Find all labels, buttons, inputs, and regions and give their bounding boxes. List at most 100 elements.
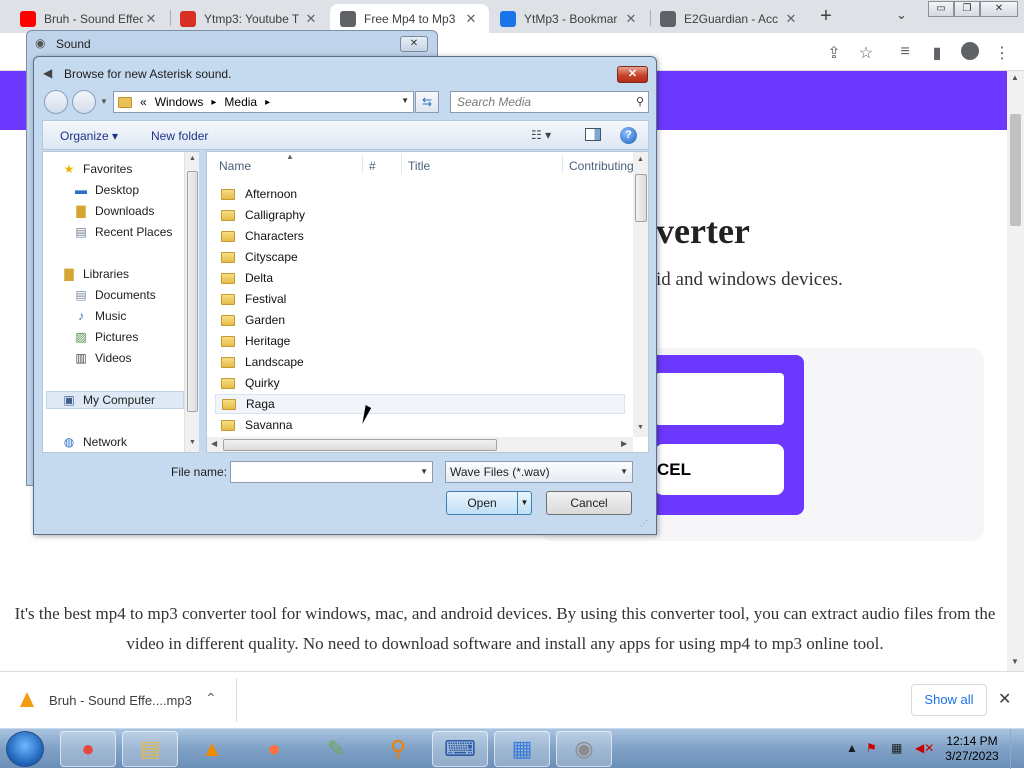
nav-documents[interactable]: ▤ Documents [73, 288, 155, 302]
close-icon[interactable]: ✕ [998, 689, 1011, 709]
nav-pictures[interactable]: ▨ Pictures [73, 330, 138, 344]
nav-scrollbar-thumb[interactable] [187, 171, 198, 412]
page-scrollbar-thumb[interactable] [1010, 114, 1021, 226]
nav-scrollbar[interactable]: ▲ ▼ [184, 152, 199, 452]
folder-row[interactable]: Afternoon [215, 184, 625, 204]
page-scrollbar[interactable]: ▲ ▼ [1007, 71, 1024, 671]
nav-network[interactable]: ◍ Network [61, 435, 127, 449]
tray-expand-icon[interactable]: ▲ [846, 741, 858, 755]
preview-pane-icon[interactable] [585, 128, 601, 141]
share-icon[interactable]: ⇪ [825, 43, 843, 63]
nav-music[interactable]: ♪ Music [73, 309, 126, 323]
taskbar-explorer-button[interactable]: ▤ [122, 731, 178, 767]
folder-row[interactable]: Savanna [215, 415, 625, 435]
column-divider[interactable] [401, 154, 402, 174]
tab-2[interactable]: Ytmp3: Youtube T ✕ [170, 4, 329, 33]
tab-close-icon[interactable]: ✕ [303, 11, 319, 27]
change-view-icon[interactable]: ☷ ▾ [531, 128, 551, 142]
breadcrumb-separator-icon[interactable]: ▸ [211, 97, 216, 108]
column-header-name[interactable]: Name [219, 159, 251, 173]
nav-favorites[interactable]: ★ Favorites [61, 162, 133, 176]
search-input[interactable]: Search Media ⚲ [450, 91, 649, 113]
refresh-button[interactable]: ⇆ [415, 91, 439, 113]
taskbar-firefox-button[interactable]: ● [246, 731, 302, 767]
url-input[interactable] [655, 373, 784, 425]
bookmark-star-icon[interactable]: ☆ [857, 43, 875, 63]
tab-1[interactable]: Bruh - Sound Effect ✕ [10, 4, 169, 33]
breadcrumb-prefix[interactable]: « [140, 95, 147, 109]
open-button[interactable]: Open ▼ [446, 491, 532, 515]
nav-desktop[interactable]: ▬ Desktop [73, 183, 139, 197]
tab-close-icon[interactable]: ✕ [623, 11, 639, 27]
web-cancel-button[interactable]: CEL [655, 444, 784, 495]
column-header-number[interactable]: # [369, 159, 376, 173]
nav-downloads[interactable]: ▇ Downloads [73, 204, 154, 218]
file-type-select[interactable]: Wave Files (*.wav) ▼ [445, 461, 633, 483]
dialog-close-button[interactable]: ✕ [617, 66, 648, 83]
folder-row[interactable]: Raga [215, 394, 625, 414]
action-center-icon[interactable]: ⚑ [866, 741, 877, 755]
organize-button[interactable]: Organize ▾ [60, 129, 118, 143]
file-list-hscrollbar[interactable]: ◀ ▶ [207, 437, 633, 452]
chevron-down-icon[interactable]: ▼ [517, 492, 531, 514]
taskbar-control-panel-button[interactable]: ▦ [494, 731, 550, 767]
breadcrumb-separator-icon[interactable]: ▸ [265, 97, 270, 108]
help-icon[interactable]: ? [620, 127, 637, 144]
folder-row[interactable]: Festival [215, 289, 625, 309]
recent-locations-icon[interactable]: ▼ [100, 97, 108, 106]
tab-5[interactable]: E2Guardian - Acc ✕ [650, 4, 809, 33]
scroll-down-icon[interactable]: ▼ [637, 424, 644, 431]
tab-close-icon[interactable]: ✕ [143, 11, 159, 27]
window-close-button[interactable]: ✕ [980, 1, 1018, 17]
media-control-icon[interactable]: ≡ [896, 43, 914, 61]
folder-row[interactable]: Calligraphy [215, 205, 625, 225]
breadcrumb-windows[interactable]: Windows [155, 95, 204, 109]
sound-dialog-close-button[interactable]: ✕ [400, 36, 428, 52]
taskbar-vlc-button[interactable]: ▲ [184, 731, 240, 767]
column-divider[interactable] [362, 154, 363, 174]
scroll-up-icon[interactable]: ▲ [1011, 73, 1019, 82]
folder-row[interactable]: Characters [215, 226, 625, 246]
column-divider[interactable] [562, 154, 563, 174]
show-desktop-button[interactable] [1010, 729, 1024, 769]
column-header-title[interactable]: Title [408, 159, 430, 173]
forward-button[interactable] [72, 90, 96, 114]
nav-my-computer[interactable]: ▣ My Computer [61, 393, 155, 407]
clock[interactable]: 12:14 PM 3/27/2023 [942, 734, 1002, 764]
scroll-left-icon[interactable]: ◀ [211, 439, 217, 448]
tab-close-icon[interactable]: ✕ [463, 11, 479, 27]
taskbar-notepadpp-button[interactable]: ✎ [308, 731, 364, 767]
cancel-button[interactable]: Cancel [546, 491, 632, 515]
chevron-down-icon[interactable]: ▼ [420, 467, 428, 476]
tab-close-icon[interactable]: ✕ [783, 11, 799, 27]
chevron-down-icon[interactable]: ▼ [620, 467, 628, 476]
new-tab-button[interactable]: + [815, 6, 837, 28]
nav-libraries[interactable]: ▇ Libraries [61, 267, 129, 281]
tab-4[interactable]: YtMp3 - Bookmar ✕ [490, 4, 649, 33]
scroll-up-icon[interactable]: ▲ [637, 156, 644, 163]
folder-row[interactable]: Heritage [215, 331, 625, 351]
file-list-hscroll-thumb[interactable] [223, 439, 497, 451]
volume-muted-icon[interactable]: ◀✕ [915, 741, 934, 755]
folder-row[interactable]: Quirky [215, 373, 625, 393]
chevron-up-icon[interactable]: ⌃ [205, 690, 217, 707]
minimize-button[interactable]: ▭ [928, 1, 954, 17]
network-icon[interactable]: ▦ [891, 741, 902, 755]
chevron-down-icon[interactable]: ▼ [401, 96, 409, 105]
file-list-vscrollbar[interactable]: ▲ ▼ [633, 152, 648, 437]
scroll-down-icon[interactable]: ▼ [1011, 657, 1019, 666]
tab-search-button[interactable]: ⌄ [896, 7, 907, 23]
nav-videos[interactable]: ▥ Videos [73, 351, 131, 365]
tab-3[interactable]: Free Mp4 to Mp3 ✕ [330, 4, 489, 33]
folder-row[interactable]: Landscape [215, 352, 625, 372]
taskbar-keyboard-button[interactable]: ⌨ [432, 731, 488, 767]
resize-grip-icon[interactable]: ⋰ [640, 519, 648, 528]
taskbar-chrome-button[interactable]: ● [60, 731, 116, 767]
back-button[interactable] [44, 90, 68, 114]
scroll-down-icon[interactable]: ▼ [189, 439, 196, 446]
file-name-input[interactable]: ▼ [230, 461, 433, 483]
folder-row[interactable]: Cityscape [215, 247, 625, 267]
nav-recent-places[interactable]: ▤ Recent Places [73, 225, 172, 239]
start-button[interactable] [6, 731, 44, 767]
show-all-button[interactable]: Show all [911, 684, 987, 716]
